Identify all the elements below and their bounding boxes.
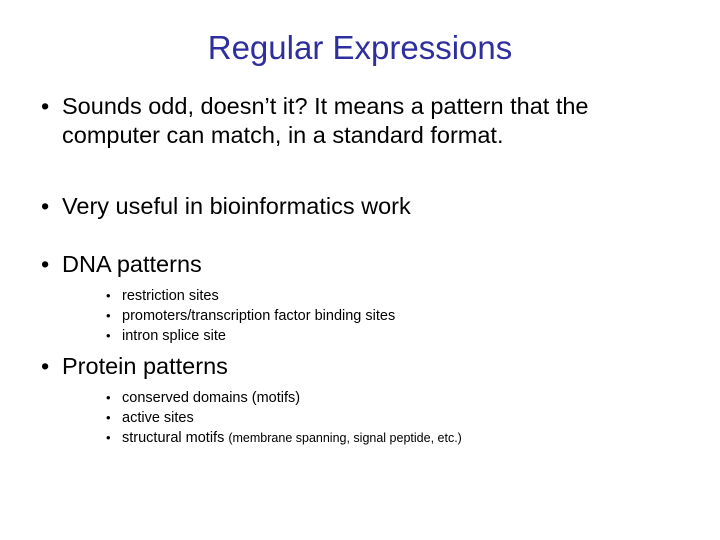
list-item-label: active sites: [122, 410, 194, 426]
list-item-label: conserved domains (motifs): [122, 390, 301, 406]
bullet-icon: •: [106, 410, 111, 425]
bullet-icon: •: [106, 430, 111, 445]
bullet-icon: •: [106, 308, 111, 323]
list-item-label: intron splice site: [122, 328, 226, 344]
list-item-note: (membrane spanning, signal peptide, etc.…: [228, 431, 462, 445]
list-item[interactable]: • active sites: [36, 408, 684, 428]
slide: Regular Expressions • Sounds odd, doesn’…: [0, 0, 720, 540]
slide-body: • Sounds odd, doesn’t it? It means a pat…: [36, 92, 684, 448]
list-item-label: promoters/transcription factor binding s…: [122, 308, 396, 324]
list-item[interactable]: • restriction sites: [36, 286, 684, 306]
list-item[interactable]: • promoters/transcription factor binding…: [36, 306, 684, 326]
bullet-icon: •: [106, 390, 111, 405]
list-item[interactable]: • DNA patterns: [36, 250, 684, 279]
page-title: Regular Expressions: [207, 29, 513, 66]
list-item[interactable]: • Sounds odd, doesn’t it? It means a pat…: [36, 92, 684, 150]
list-item-label: restriction sites: [122, 288, 219, 304]
list-item-label: Sounds odd, doesn’t it? It means a patte…: [62, 93, 589, 148]
bullet-icon: •: [41, 353, 50, 379]
list-item-label: structural motifs: [122, 430, 229, 446]
list-item-label: Very useful in bioinformatics work: [62, 193, 411, 219]
list-item[interactable]: • intron splice site: [36, 326, 684, 346]
list-item-label: Protein patterns: [62, 353, 228, 379]
bullet-icon: •: [41, 193, 50, 219]
list-item[interactable]: • conserved domains (motifs): [36, 388, 684, 408]
bullet-icon: •: [106, 328, 111, 343]
bullet-icon: •: [41, 93, 50, 119]
list-item[interactable]: • Protein patterns: [36, 352, 684, 381]
list-item[interactable]: • Very useful in bioinformatics work: [36, 192, 684, 221]
list-item[interactable]: • structural motifs (membrane spanning, …: [36, 428, 684, 448]
bullet-icon: •: [41, 251, 50, 277]
list-item-label: DNA patterns: [62, 251, 202, 277]
bullet-icon: •: [106, 288, 111, 303]
